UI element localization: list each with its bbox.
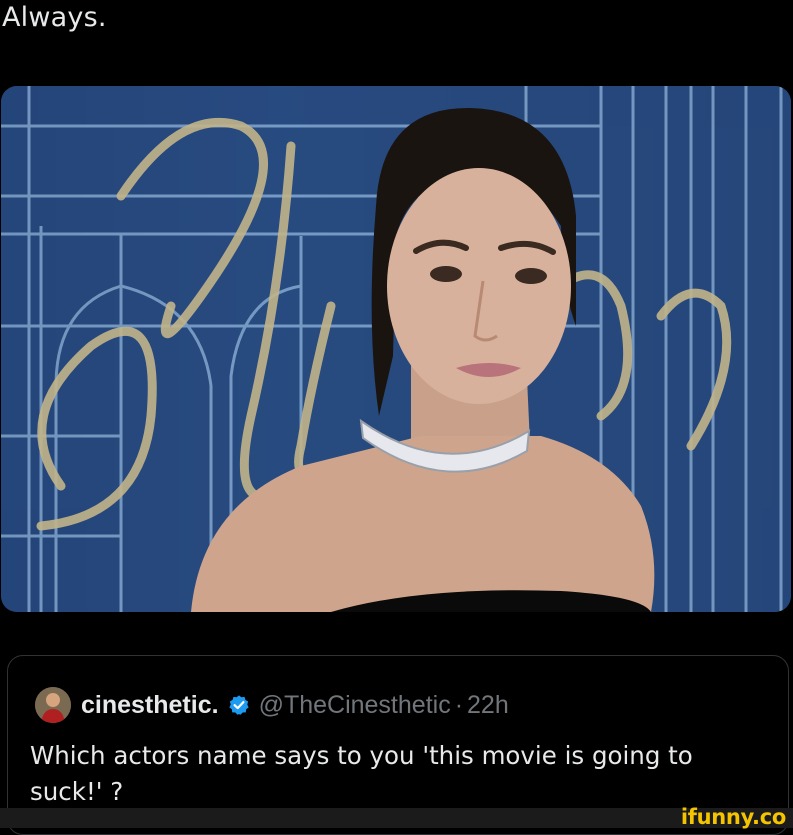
display-name[interactable]: cinesthetic. [81, 691, 219, 720]
verified-badge-icon [228, 694, 250, 716]
photo-illustration [1, 86, 791, 612]
quoted-tweet-header: cinesthetic. @TheCinesthetic · 22h [35, 687, 509, 723]
meta-separator: · [454, 690, 464, 719]
ifunny-watermark: ifunny.co [680, 805, 786, 829]
post-time[interactable]: 22h [467, 691, 509, 720]
quoted-tweet-text: Which actors name says to you 'this movi… [30, 741, 693, 806]
post-photo[interactable] [1, 86, 791, 612]
avatar-icon [35, 687, 71, 723]
watermark-bar: ifunny.co [0, 805, 793, 829]
avatar[interactable] [35, 687, 71, 723]
post-caption: Always. [2, 2, 107, 33]
user-handle[interactable]: @TheCinesthetic [259, 691, 451, 720]
